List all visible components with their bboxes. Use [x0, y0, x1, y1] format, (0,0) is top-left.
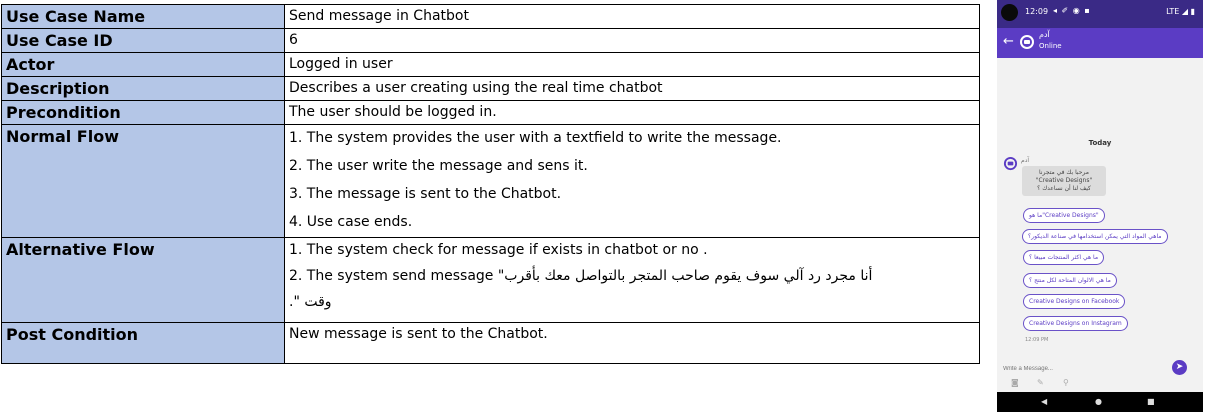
bot-message-line: مرحبا بك في متجرنا	[1039, 169, 1089, 176]
quick-reply-option[interactable]: ماهي المواد التي يمكن استخدامها في صناعة…	[1022, 229, 1168, 244]
quick-reply-option[interactable]: Creative Designs on Facebook	[1023, 294, 1126, 309]
sender-name: آدم	[1021, 157, 1030, 164]
bot-avatar-icon	[1019, 34, 1035, 54]
use-case-table: Use Case Name Send message in Chatbot Us…	[1, 4, 980, 364]
contact-name: آدم	[1039, 30, 1050, 39]
status-bar: 12:09 ◂ ✐ ◉ ▪ LTE ◢ ▮	[997, 0, 1203, 28]
row-label-normal-flow: Normal Flow	[1, 124, 285, 238]
phone-screenshot: 12:09 ◂ ✐ ◉ ▪ LTE ◢ ▮ ← آدم Online Today…	[997, 0, 1203, 412]
row-label-alternative-flow: Alternative Flow	[1, 237, 285, 323]
alt-flow-step-2-cont: وقت ".	[289, 294, 332, 310]
message-composer: ➤ ◙ ✎ ⚲	[997, 358, 1203, 392]
notification-icons: ◂ ✐ ◉ ▪	[1053, 6, 1091, 15]
row-value-normal-flow: 1. The system provides the user with a t…	[284, 124, 980, 238]
row-label-use-case-id: Use Case ID	[1, 28, 285, 53]
normal-flow-step: 4. Use case ends.	[289, 214, 413, 230]
row-label-description: Description	[1, 76, 285, 101]
bot-message-line: "Creative Designs"	[1035, 177, 1093, 184]
table-row: Alternative Flow 1. The system check for…	[1, 237, 980, 323]
contact-status: Online	[1039, 42, 1062, 50]
quick-reply-option[interactable]: ما هي اكثر المنتجات مبيعا ؟	[1023, 250, 1105, 265]
table-row: Normal Flow 1. The system provides the u…	[1, 124, 980, 238]
row-value-use-case-name: Send message in Chatbot	[284, 4, 980, 29]
table-row: Post Condition New message is sent to th…	[1, 322, 980, 364]
attachment-icon[interactable]: ✎	[1037, 378, 1044, 387]
quick-reply-option[interactable]: Creative Designs on Instagram	[1023, 316, 1128, 331]
signal-battery-icon: LTE ◢ ▮	[1166, 7, 1195, 16]
camera-icon[interactable]: ◙	[1011, 378, 1019, 387]
alt-flow-step-2-prefix: 2. The system send message "	[289, 268, 505, 284]
message-timestamp: 12:09 PM	[1025, 337, 1049, 343]
row-label-use-case-name: Use Case Name	[1, 4, 285, 29]
location-icon[interactable]: ⚲	[1063, 378, 1069, 387]
row-value-actor: Logged in user	[284, 52, 980, 77]
back-arrow-icon[interactable]: ←	[1003, 34, 1014, 49]
nav-home-icon[interactable]: ●	[1095, 397, 1102, 406]
alt-flow-step-1: 1. The system check for message if exist…	[289, 242, 708, 258]
table-row: Description Describes a user creating us…	[1, 76, 980, 101]
quick-reply-option[interactable]: ما هي الالوان المتاحة لكل منتج ؟	[1023, 273, 1117, 288]
table-row: Actor Logged in user	[1, 52, 980, 77]
row-value-post-condition: New message is sent to the Chatbot.	[284, 322, 980, 364]
table-row: Use Case ID 6	[1, 28, 980, 53]
normal-flow-step: 3. The message is sent to the Chatbot.	[289, 186, 562, 202]
row-value-use-case-id: 6	[284, 28, 980, 53]
nav-back-icon[interactable]: ◀	[1041, 397, 1047, 406]
bot-message-line: كيف لنا أن نساعدك ؟	[1037, 185, 1091, 192]
bot-avatar-icon	[1003, 156, 1018, 175]
row-value-alternative-flow: 1. The system check for message if exist…	[284, 237, 980, 323]
row-label-post-condition: Post Condition	[1, 322, 285, 364]
normal-flow-step: 2. The user write the message and sens i…	[289, 158, 588, 174]
camera-cutout	[1001, 4, 1018, 21]
row-value-description: Describes a user creating using the real…	[284, 76, 980, 101]
system-nav-bar: ◀ ● ■	[997, 392, 1203, 412]
nav-recent-icon[interactable]: ■	[1147, 397, 1155, 406]
alt-flow-step-2: 2. The system send message "أنا مجرد رد …	[289, 264, 975, 290]
chat-app-bar: ← آدم Online	[997, 28, 1203, 58]
chat-messages: Today آدم مرحبا بك في متجرنا "Creative D…	[997, 58, 1203, 358]
table-row: Use Case Name Send message in Chatbot	[1, 4, 980, 29]
bot-message-bubble: مرحبا بك في متجرنا "Creative Designs" كي…	[1022, 166, 1106, 196]
normal-flow-step: 1. The system provides the user with a t…	[289, 130, 782, 146]
date-divider: Today	[1088, 139, 1112, 147]
message-input[interactable]	[1003, 363, 1163, 375]
status-time: 12:09	[1025, 7, 1049, 16]
alt-flow-step-2-arabic: أنا مجرد رد آلي سوف يقوم صاحب المتجر بال…	[504, 268, 873, 284]
row-label-actor: Actor	[1, 52, 285, 77]
row-label-precondition: Precondition	[1, 100, 285, 125]
table-row: Precondition The user should be logged i…	[1, 100, 980, 125]
send-button[interactable]: ➤	[1172, 360, 1187, 375]
quick-reply-option[interactable]: ما هو"Creative Designs"	[1023, 208, 1105, 223]
row-value-precondition: The user should be logged in.	[284, 100, 980, 125]
